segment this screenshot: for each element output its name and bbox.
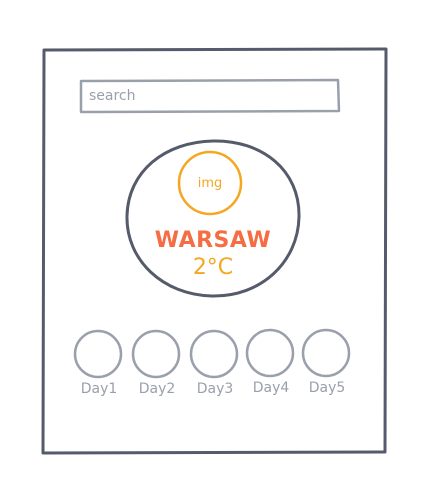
weather-icon-placeholder: img [197,176,223,191]
forecast-day-label: Day2 [138,381,176,397]
forecast-day-1[interactable] [73,329,123,379]
forecast-day-label: Day5 [308,380,346,396]
forecast-day-3[interactable] [189,329,239,379]
temperature: 2°C [192,255,234,280]
forecast-day-2[interactable] [131,329,181,379]
forecast-day-label: Day1 [80,381,118,397]
forecast-day-5[interactable] [301,328,351,378]
forecast-day-4[interactable] [245,328,295,378]
city-name: WARSAW [154,228,272,253]
weather-app-wireframe: img WARSAW 2°C Day1 Day2 Day3 Day4 Day5 [0,0,428,502]
forecast-day-label: Day4 [252,380,290,396]
search-input[interactable] [83,83,333,109]
forecast-day-label: Day3 [196,381,234,397]
